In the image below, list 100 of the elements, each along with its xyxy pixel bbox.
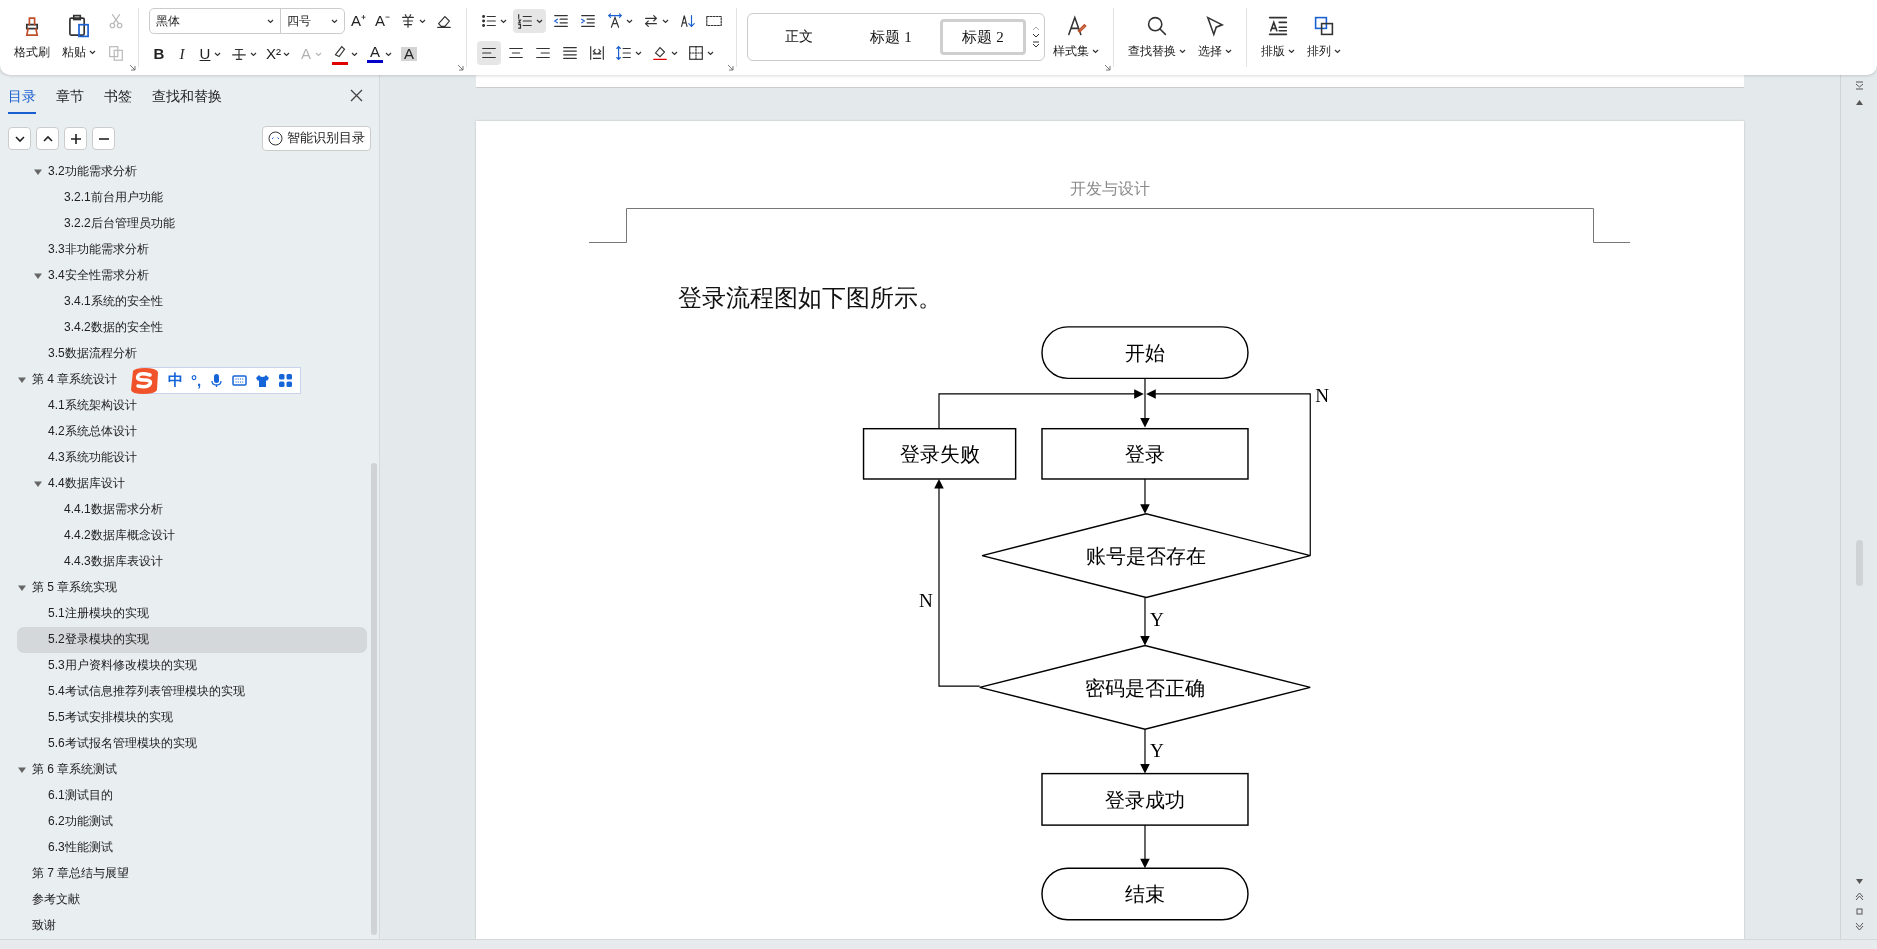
toc-item[interactable]: 4.4.3数据库表设计 [17,548,169,575]
expand-toggle-icon[interactable] [34,167,42,176]
toc-item[interactable]: 4.2系统总体设计 [17,418,143,445]
node-label: 登录 [1125,442,1165,465]
microphone-icon[interactable] [209,373,225,388]
shirt-icon[interactable] [255,373,271,388]
distribute-icon [588,44,607,63]
toc-item[interactable]: 3.2功能需求分析 [17,158,143,185]
toc-item[interactable]: 3.2.2后台管理员功能 [17,210,181,237]
edge-label: N [918,590,933,612]
dialog-launcher-icon[interactable] [1104,63,1112,71]
smart-toc-button[interactable]: 智能识别目录 [262,126,371,152]
page-header: 开发与设计 [1070,178,1150,199]
toc-item[interactable]: 参考文献 [17,886,86,913]
grid-icon[interactable] [278,373,294,388]
scrollbar-thumb[interactable] [371,462,377,935]
add-button[interactable] [64,127,87,151]
toc-item[interactable]: 6.2功能测试 [17,808,119,835]
paste-button[interactable]: 粘贴 [58,10,100,65]
format-button[interactable]: I [172,42,192,67]
toc-item[interactable]: 3.4.1系统的安全性 [17,288,169,315]
collapse-up-button[interactable] [36,127,59,151]
toc-item[interactable]: 第 6 章系统测试 [17,756,124,783]
arrange-button[interactable]: 排列 [1303,11,1346,64]
node-label: 开始 [1125,341,1165,364]
format-button[interactable]: U [195,42,224,67]
toc-item[interactable]: 5.2登录模块的实现 [17,626,367,653]
more-styles-icon[interactable] [1032,41,1041,50]
format-button[interactable]: A [398,42,420,67]
toc-item[interactable]: 5.5考试安排模块的实现 [17,704,179,731]
collapse-ribbon-icon[interactable] [1854,80,1864,90]
input-mode-toggle[interactable]: 中 [168,371,183,390]
font-tool-button[interactable]: A⁻ [372,9,394,34]
toc-item[interactable]: 4.3系统功能设计 [17,444,143,471]
toc-item[interactable]: 3.3非功能需求分析 [17,236,155,263]
remove-button[interactable] [92,127,115,151]
layout-button[interactable]: 排版 [1257,11,1300,64]
expand-toggle-icon[interactable] [34,271,42,280]
toc-item[interactable]: 4.4数据库设计 [17,470,131,497]
node-label: 登录失败 [899,442,980,465]
toc-item[interactable]: 4.1系统架构设计 [17,392,143,419]
connector-arrow [1140,728,1150,774]
collapse-down-button[interactable] [8,127,31,151]
previous-page-icon[interactable] [1854,892,1864,901]
styleset-button[interactable]: 样式集 [1049,11,1104,64]
browse-object-icon[interactable] [1854,907,1864,916]
toc-item[interactable]: 3.4安全性需求分析 [17,262,155,289]
sidebar-tab[interactable]: 查找和替换 [152,79,222,114]
toc-item[interactable]: 3.2.1前台用户功能 [17,184,169,211]
logo-icon[interactable] [130,366,160,395]
toc-item[interactable]: 第 7 章总结与展望 [17,860,136,887]
expand-toggle-icon[interactable] [18,375,26,384]
expand-toggle-icon[interactable] [34,479,42,488]
sidebar-tab[interactable]: 章节 [56,79,84,114]
toc-item[interactable]: 4.4.1数据需求分析 [17,496,169,523]
sidebar-tab[interactable]: 目录 [8,79,36,114]
style-option[interactable]: 正文 [756,19,843,56]
format-painter-button[interactable]: 格式刷 [10,10,54,65]
expand-toggle-icon[interactable] [18,765,26,774]
body-paragraph: 登录流程图如下图所示。 [678,283,942,313]
toc-item[interactable]: 6.3性能测试 [17,834,119,861]
scroll-down-icon[interactable] [1032,33,1041,40]
next-page-icon[interactable] [1854,922,1864,931]
format-button[interactable]: X² [263,42,293,67]
toc-item[interactable]: 5.1注册模块的实现 [17,600,155,627]
dialog-launcher-icon[interactable] [457,63,465,71]
paragraph-button[interactable] [477,41,502,66]
close-icon[interactable] [350,88,363,102]
format-button[interactable]: A [364,42,395,67]
toc-item[interactable]: 5.3用户资料修改模块的实现 [17,652,203,679]
dialog-launcher-icon[interactable] [727,63,735,71]
scissors-icon [107,12,125,31]
keyboard-icon[interactable] [232,373,248,388]
toc-item[interactable]: 第 5 章系统实现 [17,574,124,601]
toc-item[interactable]: 第 4 章系统设计 [17,366,124,393]
line-spacing-icon [615,44,634,63]
scroll-up-icon[interactable] [1854,97,1864,107]
numbered-list-icon [516,12,535,31]
toc-item[interactable]: 4.4.2数据库概念设计 [17,522,181,549]
toc-item[interactable]: 3.5数据流程分析 [17,340,143,367]
paragraph-button[interactable] [513,9,547,34]
dialog-launcher-icon[interactable] [129,63,136,71]
toc-item[interactable]: 5.4考试信息推荐列表管理模块的实现 [17,678,251,705]
text-direction-icon [606,12,625,31]
scroll-down-icon[interactable] [1854,877,1864,886]
select-button[interactable]: 选择 [1194,11,1237,64]
style-option[interactable]: 标题 2 [940,19,1027,56]
sidebar-tab[interactable]: 书签 [104,79,132,114]
border-icon [687,44,706,63]
expand-toggle-icon[interactable] [18,583,26,592]
font-tool-button[interactable]: A⁺ [348,9,369,34]
toc-item[interactable]: 5.6考试报名管理模块的实现 [17,730,203,757]
toc-item[interactable]: 3.4.2数据的安全性 [17,314,169,341]
toc-item[interactable]: 致谢 [17,912,62,939]
toc-item[interactable]: 6.1测试目的 [17,782,119,809]
punctuation-toggle[interactable]: °, [191,372,202,389]
format-button[interactable]: B [149,42,169,67]
find-button[interactable]: 查找替换 [1124,11,1191,64]
style-option[interactable]: 标题 1 [848,19,935,56]
node-label: 登录成功 [1105,788,1185,811]
